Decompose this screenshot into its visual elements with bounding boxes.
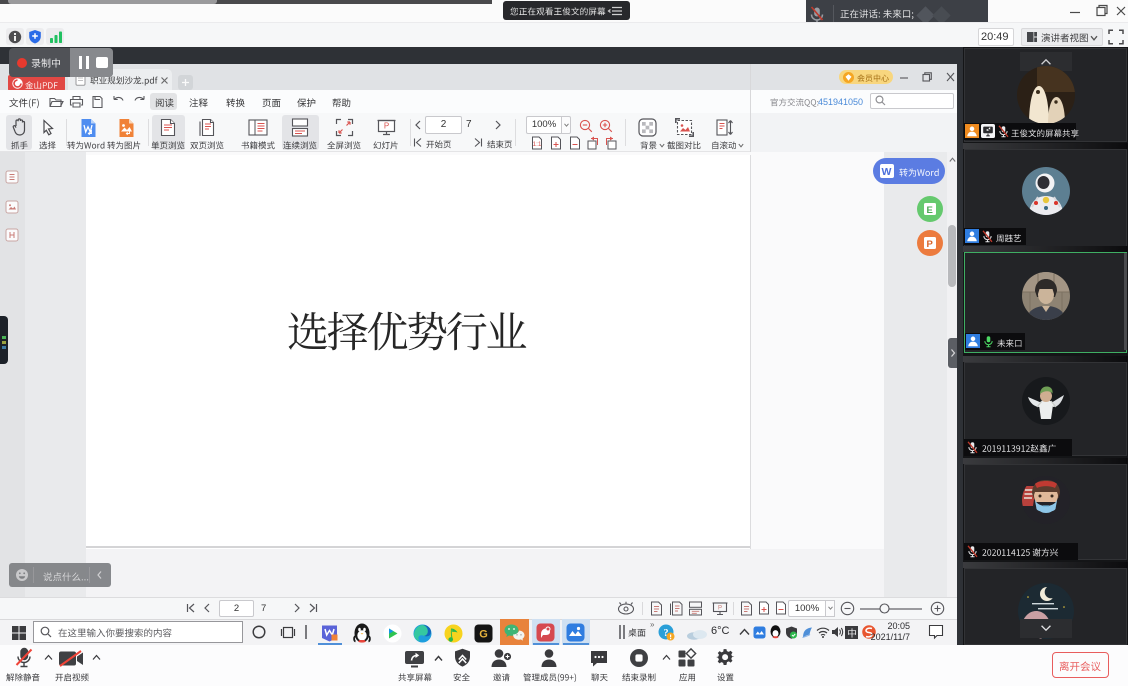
svg-text:P: P bbox=[927, 239, 934, 250]
svg-text:P: P bbox=[718, 606, 722, 612]
svg-text:E: E bbox=[927, 205, 933, 216]
svg-text:W: W bbox=[882, 166, 892, 178]
svg-text:P: P bbox=[384, 122, 389, 131]
svg-text:1:1: 1:1 bbox=[532, 141, 541, 148]
svg-text:G: G bbox=[479, 629, 488, 641]
